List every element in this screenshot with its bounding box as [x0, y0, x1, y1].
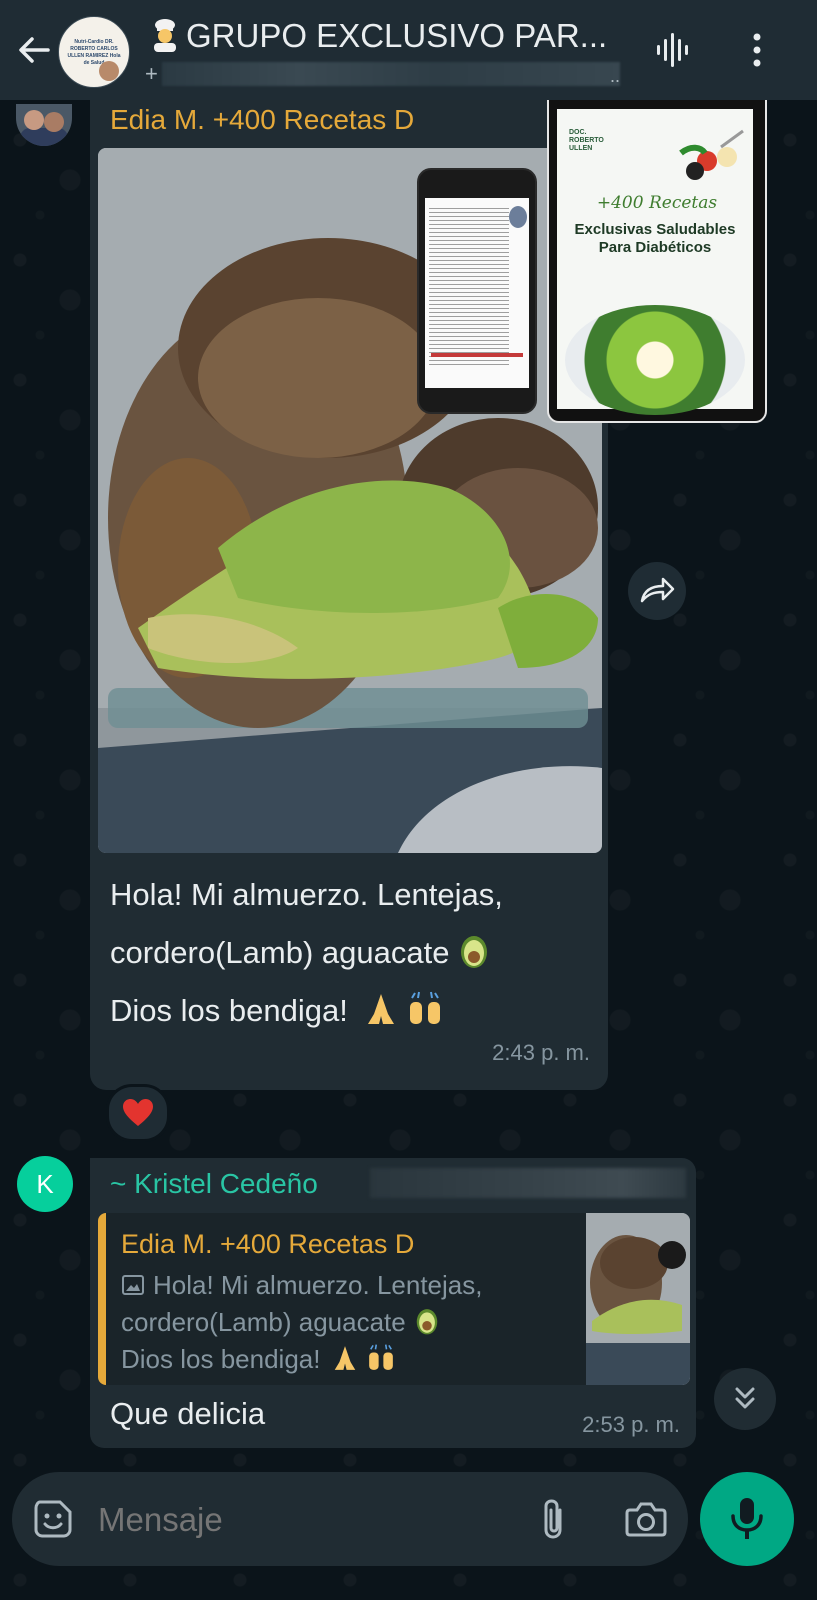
- praying-hands-emoji-icon: [367, 994, 394, 1024]
- praying-hands-emoji-icon: [335, 1346, 356, 1370]
- ad-script-title: +400 Recetas: [596, 193, 718, 213]
- quote-text: Hola! Mi almuerzo. Lentejas, cordero(Lam…: [121, 1267, 566, 1378]
- chat-header: Nutri-Cardio DR. ROBERTO CARLOS ULLEN RA…: [0, 0, 817, 100]
- avocado-emoji-icon: [461, 936, 488, 968]
- raising-hands-emoji-icon: [409, 991, 440, 1024]
- message-line-3: Dios los bendiga!: [110, 993, 348, 1028]
- quote-author: Edia M. +400 Recetas D: [121, 1229, 415, 1259]
- chevron-down-icon: [735, 1387, 755, 1409]
- group-avatar-face: [99, 61, 119, 81]
- avatar-kristel[interactable]: K: [17, 1156, 73, 1212]
- camera-icon[interactable]: [624, 1498, 668, 1540]
- sender-avatar[interactable]: [16, 104, 72, 146]
- quote-line-1: Hola! Mi almuerzo. Lentejas,: [153, 1270, 483, 1300]
- reply-text: Que delicia: [110, 1396, 266, 1431]
- mic-icon: [731, 1498, 763, 1539]
- message-line-1: Hola! Mi almuerzo. Lentejas,: [110, 877, 503, 912]
- group-subtitle: +: [145, 60, 158, 88]
- heart-icon: [123, 1099, 153, 1126]
- reply-time: 2:53 p. m.: [582, 1412, 680, 1437]
- sender-name-kristel[interactable]: ~ Kristel Cedeño: [110, 1166, 318, 1202]
- quote-thumbnail: [586, 1213, 690, 1385]
- group-avatar[interactable]: Nutri-Cardio DR. ROBERTO CARLOS ULLEN RA…: [58, 16, 130, 88]
- subtitle-prefix: +: [145, 61, 158, 86]
- attach-icon[interactable]: [536, 1496, 572, 1544]
- veggies-icon: [679, 129, 744, 180]
- ad-phone-mockup: [417, 168, 537, 414]
- quote-accent-bar: [98, 1213, 106, 1385]
- voice-call-icon[interactable]: [654, 30, 694, 70]
- raising-hands-emoji-icon: [369, 1344, 394, 1370]
- image-icon: [122, 1275, 144, 1295]
- sender-name[interactable]: Edia M. +400 Recetas D: [110, 102, 414, 138]
- back-arrow-icon[interactable]: [14, 30, 54, 70]
- group-title-text: GRUPO EXCLUSIVO PAR...: [186, 17, 608, 54]
- quoted-message[interactable]: Edia M. +400 Recetas D Hola! Mi almuerzo…: [98, 1213, 690, 1385]
- message-time: 2:43 p. m.: [492, 1040, 590, 1065]
- reaction-badge[interactable]: ❤️: [106, 1084, 170, 1142]
- ad-salad-image: [565, 305, 745, 415]
- avocado-emoji-icon: [416, 1309, 437, 1335]
- scroll-down-button[interactable]: [714, 1368, 776, 1430]
- message-line-2: cordero(Lamb) aguacate: [110, 935, 450, 970]
- menu-icon[interactable]: [740, 30, 774, 70]
- subtitle-suffix: ..: [610, 66, 621, 86]
- mic-button[interactable]: [700, 1472, 794, 1566]
- message-input[interactable]: [96, 1494, 520, 1546]
- ad-brand: DOC. ROBERTO ULLEN: [569, 129, 604, 152]
- ad-book-overlay[interactable]: DOC. ROBERTO ULLEN +400 Recetas Exclusiv…: [547, 87, 767, 423]
- cook-emoji-icon: [154, 19, 176, 52]
- quote-line-2: cordero(Lamb) aguacate: [121, 1307, 406, 1337]
- ad-book-cover: DOC. ROBERTO ULLEN +400 Recetas Exclusiv…: [557, 109, 753, 415]
- forward-button[interactable]: [628, 562, 686, 620]
- blurred-phone-number: [370, 1168, 686, 1198]
- message-text: Hola! Mi almuerzo. Lentejas, cordero(Lam…: [110, 866, 590, 1040]
- sticker-icon[interactable]: [32, 1498, 74, 1540]
- blurred-participants: [162, 62, 620, 86]
- group-title[interactable]: GRUPO EXCLUSIVO PAR...: [148, 14, 628, 58]
- ad-title: Exclusivas Saludables Para Diabéticos: [565, 221, 745, 257]
- ad-title-line2: Para Diabéticos: [598, 239, 712, 256]
- forward-icon: [640, 577, 675, 603]
- quote-line-3: Dios los bendiga!: [121, 1344, 321, 1374]
- ad-title-line1: Exclusivas Saludables: [574, 221, 736, 238]
